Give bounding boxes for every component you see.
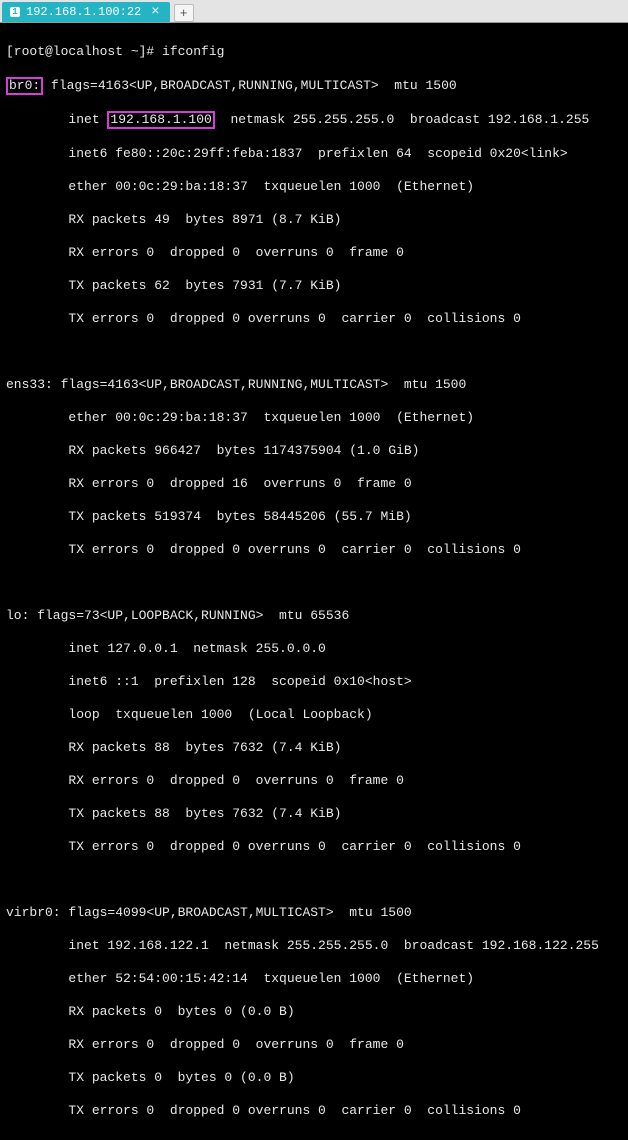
virbr0-head: virbr0: flags=4099<UP,BROADCAST,MULTICAS… <box>6 905 622 922</box>
lo-head: lo: flags=73<UP,LOOPBACK,RUNNING> mtu 65… <box>6 608 622 625</box>
highlight-ip: 192.168.1.100 <box>107 111 214 129</box>
lo-rx-errors: RX errors 0 dropped 0 overruns 0 frame 0 <box>6 773 622 790</box>
ens33-tx-packets: TX packets 519374 bytes 58445206 (55.7 M… <box>6 509 622 526</box>
lo-inet6: inet6 ::1 prefixlen 128 scopeid 0x10<hos… <box>6 674 622 691</box>
command-text: ifconfig <box>162 44 224 59</box>
virbr0-tx-errors: TX errors 0 dropped 0 overruns 0 carrier… <box>6 1103 622 1120</box>
tab-index-badge: 1 <box>10 7 20 17</box>
br0-rx-errors: RX errors 0 dropped 0 overruns 0 frame 0 <box>6 245 622 262</box>
ens33-tx-errors: TX errors 0 dropped 0 overruns 0 carrier… <box>6 542 622 559</box>
virbr0-rx-errors: RX errors 0 dropped 0 overruns 0 frame 0 <box>6 1037 622 1054</box>
br0-inet6: inet6 fe80::20c:29ff:feba:1837 prefixlen… <box>6 146 622 163</box>
titlebar: 1 192.168.1.100:22 × + <box>0 0 628 23</box>
ens33-head: ens33: flags=4163<UP,BROADCAST,RUNNING,M… <box>6 377 622 394</box>
lo-tx-errors: TX errors 0 dropped 0 overruns 0 carrier… <box>6 839 622 856</box>
highlight-br0: br0: <box>6 77 43 95</box>
lo-inet: inet 127.0.0.1 netmask 255.0.0.0 <box>6 641 622 658</box>
lo-rx-packets: RX packets 88 bytes 7632 (7.4 KiB) <box>6 740 622 757</box>
lo-loop: loop txqueuelen 1000 (Local Loopback) <box>6 707 622 724</box>
lo-tx-packets: TX packets 88 bytes 7632 (7.4 KiB) <box>6 806 622 823</box>
close-icon[interactable]: × <box>151 7 159 17</box>
ens33-rx-packets: RX packets 966427 bytes 1174375904 (1.0 … <box>6 443 622 460</box>
ens33-ether: ether 00:0c:29:ba:18:37 txqueuelen 1000 … <box>6 410 622 427</box>
br0-tx-packets: TX packets 62 bytes 7931 (7.7 KiB) <box>6 278 622 295</box>
br0-inet-post: netmask 255.255.255.0 broadcast 192.168.… <box>215 112 589 127</box>
br0-flags: flags=4163<UP,BROADCAST,RUNNING,MULTICAS… <box>43 78 456 93</box>
br0-ether: ether 00:0c:29:ba:18:37 txqueuelen 1000 … <box>6 179 622 196</box>
virbr0-inet: inet 192.168.122.1 netmask 255.255.255.0… <box>6 938 622 955</box>
tab-title: 192.168.1.100:22 <box>26 5 141 19</box>
br0-tx-errors: TX errors 0 dropped 0 overruns 0 carrier… <box>6 311 622 328</box>
br0-rx-packets: RX packets 49 bytes 8971 (8.7 KiB) <box>6 212 622 229</box>
br0-inet-pre: inet <box>6 112 107 127</box>
virbr0-ether: ether 52:54:00:15:42:14 txqueuelen 1000 … <box>6 971 622 988</box>
terminal-tab[interactable]: 1 192.168.1.100:22 × <box>2 2 170 22</box>
terminal-output[interactable]: [root@localhost ~]# ifconfig br0: flags=… <box>0 23 628 1140</box>
new-tab-button[interactable]: + <box>174 4 194 22</box>
shell-prompt: [root@localhost ~]# <box>6 44 162 59</box>
virbr0-tx-packets: TX packets 0 bytes 0 (0.0 B) <box>6 1070 622 1087</box>
ens33-rx-errors: RX errors 0 dropped 16 overruns 0 frame … <box>6 476 622 493</box>
plus-icon: + <box>180 6 188 21</box>
virbr0-rx-packets: RX packets 0 bytes 0 (0.0 B) <box>6 1004 622 1021</box>
